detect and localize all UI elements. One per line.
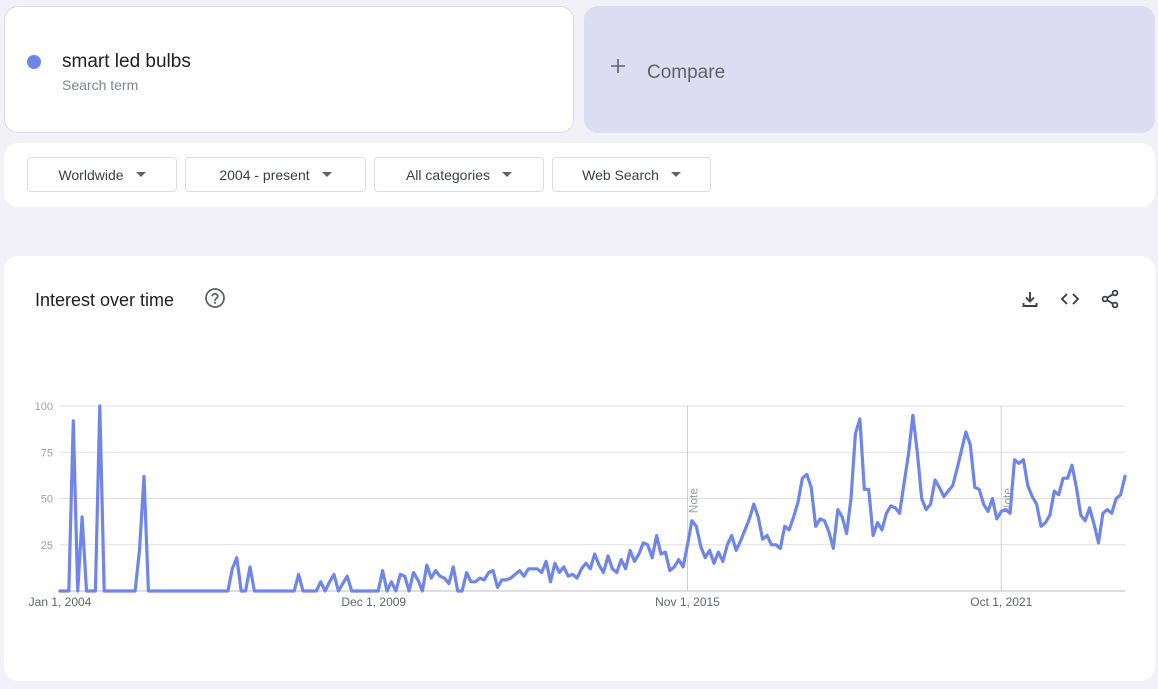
y-tick-label: 50 (41, 494, 53, 506)
series-color-dot (27, 55, 41, 69)
x-tick-label: Dec 1, 2009 (341, 595, 406, 609)
y-tick-label: 100 (35, 401, 53, 413)
chevron-down-icon (135, 172, 146, 177)
time-range-filter[interactable]: 2004 - present (185, 157, 366, 192)
chevron-down-icon (670, 172, 681, 177)
compare-label: Compare (647, 62, 726, 83)
note-label: Note (687, 488, 701, 514)
region-filter[interactable]: Worldwide (27, 157, 177, 192)
interest-line-chart: 255075100Note NoteJan 1, 2004 Dec 1, 2009 N… (29, 401, 1127, 609)
search-type-filter[interactable]: Web Search (552, 157, 711, 192)
filter-bar: Worldwide 2004 - present All categories … (4, 143, 1155, 207)
x-tick-label: Oct 1, 2021 (970, 595, 1032, 609)
y-tick-label: 25 (41, 540, 53, 552)
search-term-name[interactable]: smart led bulbs (62, 51, 191, 73)
chevron-down-icon (502, 172, 513, 177)
search-term-card[interactable]: smart led bulbs Search term (4, 6, 574, 133)
region-filter-label: Worldwide (58, 166, 124, 183)
x-tick-label: Nov 1, 2015 (655, 595, 720, 609)
compare-button[interactable]: Compare (584, 6, 1155, 133)
category-filter[interactable]: All categories (374, 157, 544, 192)
y-tick-label: 75 (41, 447, 53, 459)
plus-icon (611, 59, 625, 73)
interest-over-time-card: Interest over time 25 50 75 100 Note Note Jan … (4, 256, 1155, 681)
x-tick-label: Jan 1, 2004 (29, 595, 92, 609)
time-range-filter-label: 2004 - present (219, 166, 310, 183)
category-filter-label: All categories (405, 166, 491, 183)
search-term-subtitle: Search term (62, 77, 139, 93)
chevron-down-icon (321, 172, 332, 177)
search-type-filter-label: Web Search (582, 166, 659, 183)
